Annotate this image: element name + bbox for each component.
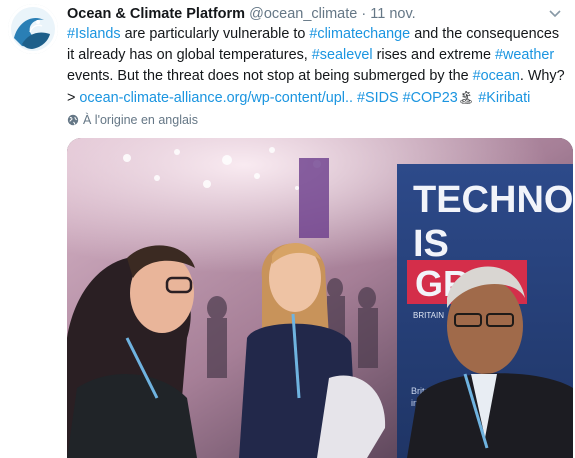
text-segment: rises and extreme [372, 47, 495, 63]
tweet-date[interactable]: 11 nov. [370, 6, 415, 22]
tweet[interactable]: Ocean & Climate Platform @ocean_climate … [0, 0, 575, 458]
text-segment: events. But the threat does not stop at … [67, 68, 473, 84]
sign-small-text: BRITAIN [413, 311, 444, 320]
text-segment: are particularly vulnerable to [120, 26, 310, 42]
wave-logo-icon [8, 4, 58, 54]
separator: · [361, 6, 367, 22]
avatar[interactable] [8, 4, 58, 54]
tweet-header: Ocean & Climate Platform @ocean_climate … [67, 4, 565, 24]
globe-icon [67, 112, 79, 132]
hashtag-weather[interactable]: #weather [495, 47, 554, 63]
conference-photo: TECHNO IS GR BRITAIN Britain + innovat [67, 138, 573, 458]
translation-label: À l'origine en anglais [83, 113, 198, 127]
hashtag-cop23[interactable]: #COP23 [403, 90, 458, 106]
tweet-photo[interactable]: TECHNO IS GR BRITAIN Britain + innovat [67, 138, 573, 458]
author-name[interactable]: Ocean & Climate Platform [67, 6, 245, 22]
hashtag-islands[interactable]: #Islands [67, 26, 121, 42]
chevron-down-icon[interactable] [547, 4, 563, 24]
url-link[interactable]: ocean-climate-alliance.org/wp-content/up… [79, 90, 353, 106]
hashtag-climatechange[interactable]: #climatechange [309, 26, 410, 42]
sign-text-line1: TECHNO [413, 179, 573, 221]
tweet-text: #Islands are particularly vulnerable to … [67, 24, 567, 109]
hashtag-sids[interactable]: #SIDS [357, 90, 399, 106]
hashtag-kiribati[interactable]: #Kiribati [478, 90, 530, 106]
island-emoji-icon: 🏝 [457, 90, 475, 105]
hashtag-ocean[interactable]: #ocean [473, 68, 520, 84]
hashtag-sealevel[interactable]: #sealevel [312, 47, 373, 63]
sign-text-line2: IS [413, 223, 449, 265]
author-handle[interactable]: @ocean_climate [249, 6, 357, 22]
translation-note[interactable]: À l'origine en anglais [67, 110, 198, 130]
